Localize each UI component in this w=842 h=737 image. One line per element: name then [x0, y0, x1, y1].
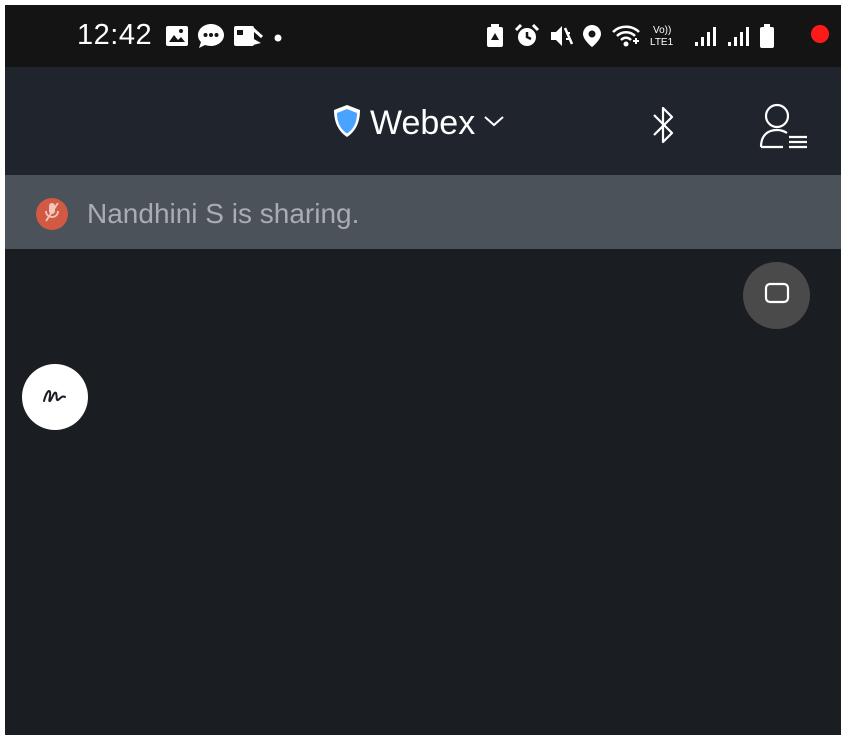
chat-bubble-icon	[197, 23, 225, 49]
status-time: 12:42	[77, 19, 153, 51]
app-header: Webex	[5, 67, 841, 175]
bluetooth-icon	[650, 106, 678, 151]
profile-button[interactable]	[757, 101, 811, 156]
volte-label: Vo))	[653, 25, 671, 36]
battery-saver-icon	[485, 24, 505, 48]
status-right-icons: Vo)) LTE1	[485, 23, 775, 49]
picture-in-picture-button[interactable]	[743, 262, 810, 329]
battery-icon	[759, 23, 775, 49]
status-left-icons	[165, 23, 285, 49]
alarm-icon	[514, 24, 540, 48]
bluetooth-button[interactable]	[650, 103, 678, 152]
location-icon	[582, 24, 602, 48]
shared-content-area[interactable]	[5, 249, 841, 735]
annotate-button[interactable]	[22, 364, 88, 430]
mute-icon	[549, 24, 573, 48]
status-bar: 12:42 Vo)) LTE1	[5, 5, 841, 67]
dot-icon	[271, 25, 285, 47]
brand-switcher[interactable]: Webex	[332, 103, 505, 143]
signal-icon	[693, 24, 717, 48]
chevron-down-icon	[483, 114, 505, 133]
profile-list-icon	[757, 103, 811, 155]
volte-icon: Vo)) LTE1	[650, 23, 684, 49]
wifi-icon	[611, 24, 641, 48]
shield-icon	[332, 104, 362, 143]
meeting-screen: 12:42 Vo)) LTE1 Webex Nandhini S is shar…	[5, 5, 841, 735]
signal-icon	[726, 24, 750, 48]
video-message-icon	[233, 25, 263, 47]
annotate-squiggle-icon	[40, 383, 70, 412]
sharing-status-text: Nandhini S is sharing.	[87, 198, 360, 229]
lte-label: LTE1	[650, 37, 674, 48]
gallery-icon	[165, 25, 189, 47]
app-title: Webex	[370, 104, 476, 142]
picture-in-picture-icon	[764, 282, 790, 309]
sharing-avatar	[36, 198, 68, 230]
muted-mic-icon	[43, 201, 61, 228]
notification-dot	[811, 25, 829, 43]
